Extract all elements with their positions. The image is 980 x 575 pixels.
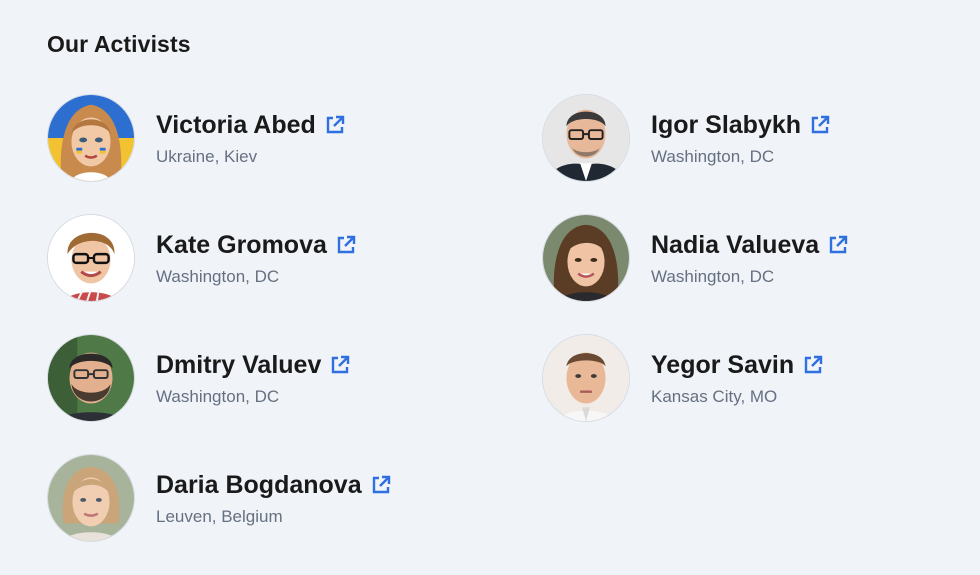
- activists-grid: Victoria Abed Ukraine, Kiev Igor Slabykh…: [47, 94, 947, 574]
- activist-name-link[interactable]: Igor Slabykh: [651, 109, 830, 141]
- section-title: Our Activists: [47, 31, 191, 57]
- activist-name: Igor Slabykh: [651, 111, 802, 139]
- external-link-icon[interactable]: [810, 115, 830, 135]
- activist-name-link[interactable]: Nadia Valueva: [651, 229, 848, 261]
- activist-location: Washington, DC: [651, 147, 775, 166]
- activist-card: Daria Bogdanova Leuven, Belgium: [47, 454, 542, 544]
- avatar: [47, 334, 135, 422]
- activist-name-link[interactable]: Victoria Abed: [156, 109, 345, 141]
- external-link-icon[interactable]: [325, 115, 345, 135]
- activist-name: Yegor Savin: [651, 351, 795, 379]
- activist-location: Leuven, Belgium: [156, 507, 283, 526]
- activist-name: Daria Bogdanova: [156, 471, 362, 499]
- activist-name: Dmitry Valuev: [156, 351, 322, 379]
- avatar: [542, 214, 630, 302]
- activist-location: Kansas City, MO: [651, 387, 778, 406]
- activists-section: Our Activists Victoria Abed Ukraine, Kie…: [0, 0, 980, 575]
- external-link-icon[interactable]: [828, 235, 848, 255]
- avatar: [47, 454, 135, 542]
- activist-name-link[interactable]: Kate Gromova: [156, 229, 356, 261]
- activist-location: Ukraine, Kiev: [156, 147, 258, 166]
- activist-name-link[interactable]: Dmitry Valuev: [156, 349, 350, 381]
- activist-location: Washington, DC: [156, 267, 280, 286]
- activist-card: Yegor Savin Kansas City, MO: [542, 334, 947, 424]
- avatar: [542, 94, 630, 182]
- activist-name: Victoria Abed: [156, 111, 316, 139]
- external-link-icon[interactable]: [336, 235, 356, 255]
- activist-name-link[interactable]: Daria Bogdanova: [156, 469, 391, 501]
- activist-card: Victoria Abed Ukraine, Kiev: [47, 94, 542, 184]
- external-link-icon[interactable]: [371, 475, 391, 495]
- activist-card: Nadia Valueva Washington, DC: [542, 214, 947, 304]
- activist-card: Igor Slabykh Washington, DC: [542, 94, 947, 184]
- avatar: [542, 334, 630, 422]
- activist-card: Kate Gromova Washington, DC: [47, 214, 542, 304]
- activist-card: Dmitry Valuev Washington, DC: [47, 334, 542, 424]
- activist-name-link[interactable]: Yegor Savin: [651, 349, 823, 381]
- activist-location: Washington, DC: [156, 387, 280, 406]
- avatar: [47, 94, 135, 182]
- avatar: [47, 214, 135, 302]
- external-link-icon[interactable]: [330, 355, 350, 375]
- activist-name: Kate Gromova: [156, 231, 327, 259]
- activist-location: Washington, DC: [651, 267, 775, 286]
- activist-name: Nadia Valueva: [651, 231, 820, 259]
- external-link-icon[interactable]: [803, 355, 823, 375]
